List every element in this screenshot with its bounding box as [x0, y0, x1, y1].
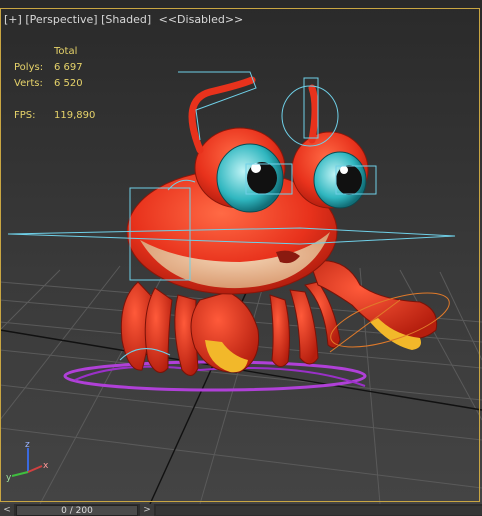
right-eye — [313, 151, 367, 209]
grid-center-axes — [0, 261, 482, 504]
axis-z-label: z — [25, 440, 30, 450]
polys-value: 6 697 — [54, 62, 83, 73]
timeline-track[interactable] — [156, 506, 482, 515]
left-eye — [216, 143, 284, 213]
viewport-labels: [+] [Perspective] [Shaded] <<Disabled>> — [4, 13, 243, 26]
viewport-point-of-view[interactable]: [Perspective] — [25, 13, 97, 26]
previous-frame-button[interactable]: < — [0, 504, 14, 516]
right-antenna — [308, 84, 319, 144]
viewport-disabled-label[interactable]: <<Disabled>> — [159, 13, 244, 26]
time-slider[interactable]: 0 / 200 — [16, 505, 138, 516]
viewport-shading-mode[interactable]: [Shaded] — [101, 13, 151, 26]
verts-value: 6 520 — [54, 78, 83, 89]
verts-label: Verts: — [14, 78, 43, 89]
axis-gizmo: z y x — [6, 440, 49, 483]
fps-label: FPS: — [14, 110, 36, 121]
stats-header: Total — [54, 46, 78, 57]
axis-x-label: x — [43, 461, 49, 471]
ground-grid — [0, 261, 482, 504]
3d-viewport[interactable]: z y x [+] [Perspective] [Shaded] <<Disab… — [0, 0, 482, 504]
viewport-menu-plus[interactable]: [+] — [4, 13, 22, 26]
axis-y-label: y — [6, 473, 12, 483]
statistics-overlay: Total Polys: 6 697 Verts: 6 520 FPS: 119,89… — [14, 44, 95, 124]
polys-label: Polys: — [14, 62, 44, 73]
time-slider-bar: < 0 / 200 > — [0, 504, 482, 516]
fps-value: 119,890 — [54, 110, 96, 121]
next-frame-button[interactable]: > — [140, 504, 154, 516]
left-claw — [190, 291, 260, 373]
